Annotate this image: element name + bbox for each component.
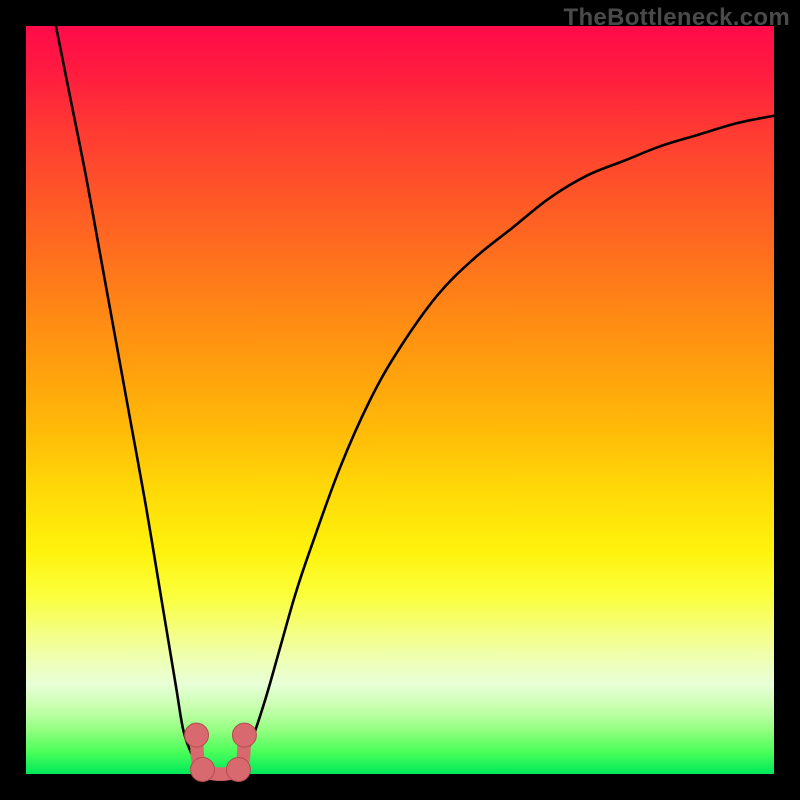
marker-right-base xyxy=(226,758,250,782)
marker-left-base xyxy=(191,758,215,782)
curve-left-path xyxy=(56,26,206,774)
plot-area xyxy=(26,26,774,774)
watermark-text: TheBottleneck.com xyxy=(564,4,790,32)
marker-left-shoulder xyxy=(185,723,209,747)
curve-svg xyxy=(26,26,774,774)
chart-root: TheBottleneck.com xyxy=(0,0,800,800)
curve-right-path xyxy=(235,116,774,774)
marker-right-shoulder xyxy=(232,723,256,747)
